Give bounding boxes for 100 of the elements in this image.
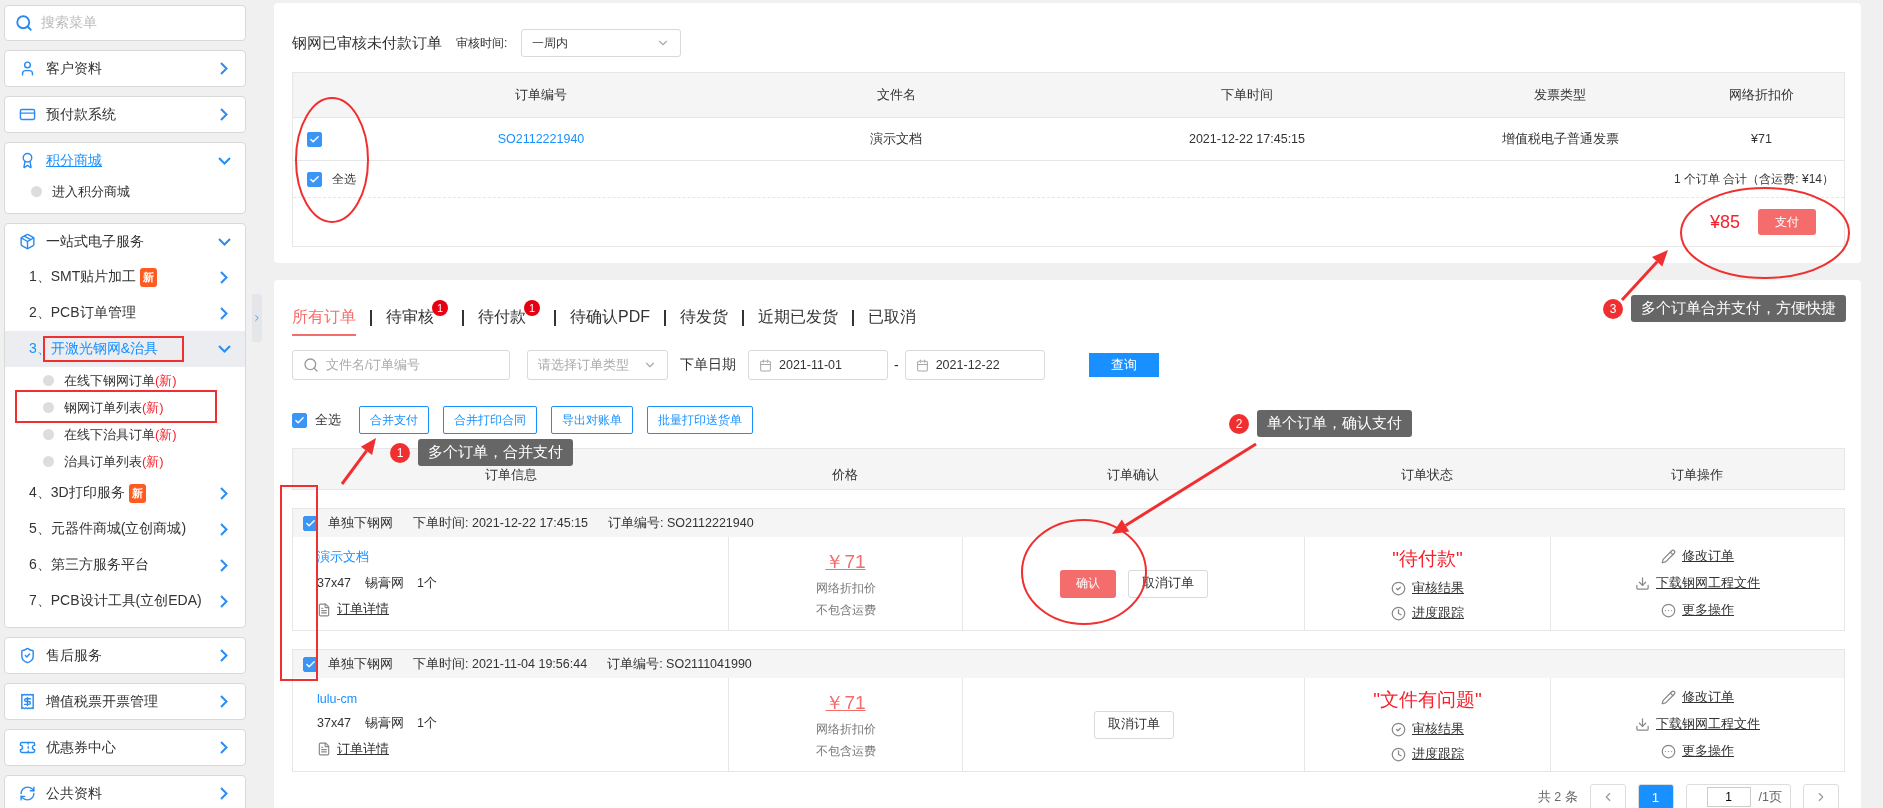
callout: 多个订单合并支付，方便快捷	[1631, 295, 1846, 322]
menu-item[interactable]: 5、元器件商城(立创商城)	[5, 511, 245, 547]
more-icon	[1661, 744, 1676, 759]
date-field[interactable]: 2021-12-22	[904, 350, 1045, 380]
operation-link[interactable]: 下载钢网工程文件	[1635, 575, 1760, 592]
price-note: 不包含运费	[815, 601, 876, 619]
check-icon	[309, 133, 320, 145]
checkbox[interactable]	[307, 131, 322, 147]
search-icon	[15, 14, 33, 32]
order-status: "待付款"	[1392, 546, 1463, 571]
status-link[interactable]: 审核结果	[1391, 579, 1464, 597]
pencil-icon	[1661, 690, 1676, 705]
order-detail-link[interactable]: 订单详情	[317, 740, 389, 758]
price-note: 不包含运费	[815, 742, 876, 760]
order-number: 订单编号: SO2111041990	[607, 655, 752, 673]
user-icon	[19, 60, 36, 77]
table-cell-text: 增值税电子普通发票	[1500, 130, 1620, 148]
menu-item[interactable]: 4、3D打印服务 新	[5, 475, 245, 511]
more-icon	[1661, 603, 1676, 618]
menu-link[interactable]: 进入积分商城	[52, 182, 130, 201]
order-detail-link[interactable]: 订单详情	[317, 601, 389, 618]
order-summary: 1 个订单 合计（含运费: ¥14）	[1673, 170, 1834, 188]
menu-item[interactable]: 6、第三方服务平台	[5, 547, 245, 583]
order-number: 订单编号: SO2112221940	[608, 514, 754, 532]
price-note: 网络折扣价	[815, 579, 876, 597]
operation-link[interactable]: 更多操作	[1661, 743, 1734, 760]
submenu-item[interactable]: 在线下治具订单(新)	[64, 425, 177, 444]
status-link[interactable]: 审核结果	[1391, 720, 1464, 738]
bullet-icon	[31, 186, 42, 197]
order-type: 单独下钢网	[328, 655, 393, 673]
order-type: 单独下钢网	[328, 514, 393, 532]
receipt-icon	[19, 693, 36, 710]
status-link[interactable]: 进度跟踪	[1391, 745, 1464, 763]
arrow	[340, 438, 376, 485]
bullet-icon	[43, 375, 54, 386]
tab[interactable]: 待确认PDF	[570, 300, 650, 336]
count-badge: 1	[524, 300, 540, 316]
column-header: 价格	[831, 466, 859, 484]
operation-link[interactable]: 修改订单	[1661, 689, 1734, 706]
check-circle-icon	[1391, 580, 1406, 596]
calendar-icon	[759, 358, 772, 372]
column-header: 发票类型	[1533, 86, 1587, 104]
callout: 单个订单，确认支付	[1257, 410, 1412, 437]
filter-label: 审核时间:	[456, 34, 508, 52]
arrow	[1620, 250, 1668, 301]
package-icon	[19, 233, 36, 250]
operation-link[interactable]: 修改订单	[1661, 548, 1734, 565]
order-status: "文件有问题"	[1373, 687, 1482, 712]
calendar-icon	[915, 358, 929, 372]
menu-group-label[interactable]: 一站式电子服务	[46, 232, 208, 251]
collapse-handle[interactable]	[252, 294, 262, 342]
document-icon	[317, 742, 331, 756]
checkbox[interactable]	[292, 412, 307, 428]
menu-item[interactable]: 7、PCB设计工具(立创EDA)	[5, 583, 245, 619]
column-header: 下单时间	[1220, 86, 1274, 104]
checkbox[interactable]	[307, 171, 322, 187]
page-count: /1页	[1758, 788, 1782, 806]
order-spec: 37x47 锡膏网 1个	[317, 714, 437, 732]
callout: 多个订单，合并支付	[418, 439, 573, 466]
tab[interactable]: 已取消	[868, 300, 916, 336]
submenu-item[interactable]: 钢网订单列表(新)	[64, 398, 164, 417]
price-note: 网络折扣价	[815, 720, 876, 738]
ticket-icon	[19, 739, 36, 756]
status-link[interactable]: 进度跟踪	[1391, 604, 1464, 622]
period-select[interactable]: 一周内	[521, 29, 682, 57]
shield-icon	[19, 647, 36, 664]
column-header: 订单编号	[514, 86, 568, 104]
tab[interactable]: 待发货	[680, 300, 728, 336]
column-header: 订单信息	[483, 466, 538, 484]
table-cell-text: ¥71	[1750, 132, 1773, 146]
date-separator: -	[894, 357, 899, 373]
new-badge: 新	[128, 483, 146, 503]
download-icon	[1635, 576, 1650, 591]
count-badge: 1	[432, 300, 448, 316]
new-badge: 新	[140, 267, 158, 287]
operation-link[interactable]: 更多操作	[1661, 602, 1734, 619]
submenu-item[interactable]: 在线下钢网订单(新)	[64, 371, 177, 390]
order-price: ￥71	[825, 690, 866, 715]
order-spec: 37x47 锡膏网 1个	[317, 575, 437, 592]
menu-item[interactable]: 2、PCB订单管理	[5, 295, 245, 331]
bullet-icon	[43, 402, 54, 413]
page-input[interactable]: 1	[1706, 787, 1751, 807]
column-header: 文件名	[875, 86, 917, 104]
tab[interactable]: 近期已发货	[758, 300, 838, 336]
date-field[interactable]: 2021-11-01	[748, 350, 888, 380]
table-cell-text: 2021-12-22 17:45:15	[1187, 132, 1307, 146]
menu-item[interactable]: 1、SMT贴片加工 新	[5, 259, 245, 295]
cancel-order-button[interactable]: 取消订单	[1093, 710, 1174, 739]
operation-link[interactable]: 下载钢网工程文件	[1635, 716, 1760, 733]
order-time: 下单时间: 2021-11-04 19:56:44	[413, 655, 588, 673]
column-header: 订单确认	[1106, 466, 1160, 484]
select-all-label: 全选	[332, 170, 356, 188]
chevron-right-icon	[252, 313, 262, 323]
check-icon	[305, 517, 316, 529]
clock-icon	[1391, 746, 1406, 762]
download-icon	[1635, 717, 1650, 732]
check-icon	[294, 414, 305, 426]
submenu-item[interactable]: 治具订单列表(新)	[64, 452, 164, 471]
bullet-icon	[43, 429, 54, 440]
table-cell-text: 演示文档	[869, 130, 923, 148]
